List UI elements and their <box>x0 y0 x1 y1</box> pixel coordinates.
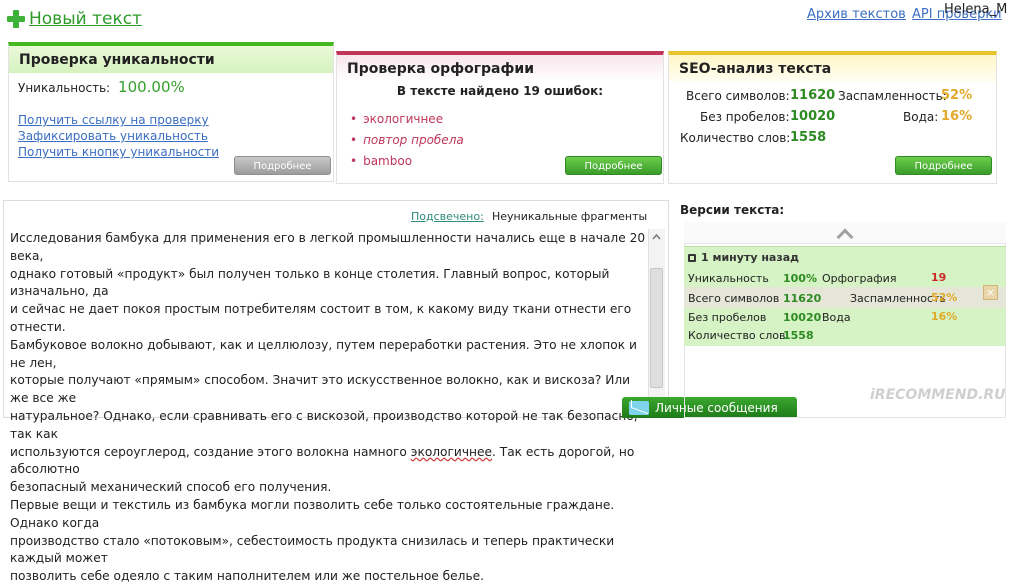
spelling-error-word[interactable]: экологичнее <box>411 445 492 459</box>
version-uniqueness-label: Уникальность <box>688 272 769 285</box>
spelling-card-title: Проверка орфографии <box>337 55 663 82</box>
new-text-label: Новый текст <box>29 9 142 29</box>
chevron-up-icon <box>836 228 854 245</box>
version-word-count-value: 1558 <box>783 329 814 342</box>
new-text-link[interactable]: Новый текст <box>6 6 142 32</box>
version-water-label: Вода <box>822 311 851 324</box>
spelling-found-text: В тексте найдено 19 ошибок: <box>396 84 604 98</box>
version-no-spaces-value: 10020 <box>783 311 822 324</box>
versions-scroll-up[interactable] <box>684 222 1006 245</box>
version-delete-icon[interactable]: × <box>983 285 998 300</box>
seo-spam-value: 52% <box>941 88 973 103</box>
seo-word-count-value: 1558 <box>790 130 827 145</box>
text-line: которые получают «прямым» способом. Знач… <box>10 373 631 406</box>
text-editor[interactable]: Исследования бамбука для применения его … <box>10 230 646 586</box>
version-water-value: 16% <box>931 310 958 323</box>
version-time: 1 минуту назад <box>688 251 799 264</box>
text-line: однако готовый «продукт» был получен тол… <box>10 266 610 299</box>
seo-spam-label: Заспамленность: <box>838 89 947 103</box>
seo-more-button[interactable]: Подробнее <box>895 156 992 175</box>
versions-title: Версии текста: <box>680 203 785 217</box>
uniqueness-line: Уникальность: 100.00% <box>18 78 185 96</box>
seo-total-chars-value: 11620 <box>790 88 836 103</box>
version-spelling-label: Орфография <box>822 272 897 285</box>
text-line: натуральное? Однако, если сравнивать его… <box>10 408 638 441</box>
version-total-chars-label: Всего символов <box>688 292 780 305</box>
text-line: Первые вещи и текстиль из бамбука могли … <box>10 497 615 530</box>
spelling-error-list: • экологичнее • повтор пробела • bamboo <box>350 109 464 172</box>
archive-link[interactable]: Архив текстов <box>807 7 906 22</box>
highlight-label[interactable]: Подсвечено: <box>411 210 484 223</box>
version-word-count-label: Количество слов <box>688 329 786 342</box>
nonunique-fragments-label[interactable]: Неуникальные фрагменты <box>492 210 647 223</box>
seo-water-value: 16% <box>941 109 973 124</box>
user-name[interactable]: Helena_M <box>944 2 1007 17</box>
scroll-up-arrow-icon[interactable] <box>650 231 663 244</box>
version-uniqueness-value: 100% <box>783 272 817 285</box>
version-spam-value: 52% <box>931 291 958 304</box>
uniqueness-links: Получить ссылку на проверку Зафиксироват… <box>18 112 219 160</box>
text-line: Исследования бамбука для применения его … <box>10 231 646 263</box>
text-line: используются сероуглерод, создание этого… <box>10 444 635 477</box>
watermark-logo: iRECOMMEND.RU <box>870 387 1006 403</box>
text-line: и сейчас не дает покоя простым потребите… <box>10 302 632 334</box>
spelling-error-item[interactable]: • bamboo <box>350 151 464 172</box>
get-link-link[interactable]: Получить ссылку на проверку <box>18 112 219 128</box>
seo-no-spaces-value: 10020 <box>790 109 836 124</box>
spelling-error-item[interactable]: • повтор пробела <box>350 130 464 151</box>
uniqueness-label: Уникальность: <box>18 81 111 95</box>
text-line: безопасный механический способ его получ… <box>10 480 332 495</box>
bullet-icon: • <box>350 112 358 126</box>
plus-icon <box>6 9 26 29</box>
seo-total-chars-label: Всего символов: <box>686 89 790 103</box>
text-line: позволить себе одеяло с таким наполнител… <box>10 569 485 584</box>
version-spelling-value: 19 <box>931 271 947 284</box>
seo-water-label: Вода: <box>903 110 939 124</box>
bullet-icon: • <box>350 154 358 168</box>
uniqueness-card-title: Проверка уникальности <box>9 46 333 73</box>
bullet-icon: • <box>350 133 358 147</box>
get-button-link[interactable]: Получить кнопку уникальности <box>18 144 219 160</box>
fix-uniqueness-link[interactable]: Зафиксировать уникальность <box>18 128 219 144</box>
spelling-more-button[interactable]: Подробнее <box>565 156 662 175</box>
version-total-chars-value: 11620 <box>783 292 822 305</box>
text-line: производство стало «потоковым», себестои… <box>10 533 615 566</box>
scroll-thumb[interactable] <box>650 268 663 388</box>
spelling-error-item[interactable]: • экологичнее <box>350 109 464 130</box>
text-line: Бамбуковое волокно добывают, как и целлю… <box>10 337 637 370</box>
seo-no-spaces-label: Без пробелов: <box>700 110 790 124</box>
seo-word-count-label: Количество слов: <box>680 131 791 145</box>
version-no-spaces-label: Без пробелов <box>688 311 767 324</box>
seo-card-title: SEO-анализ текста <box>669 55 996 82</box>
lock-icon <box>688 253 696 262</box>
uniqueness-value: 100.00% <box>118 78 185 96</box>
mail-icon <box>629 400 649 415</box>
uniqueness-more-button[interactable]: Подробнее <box>234 156 331 175</box>
